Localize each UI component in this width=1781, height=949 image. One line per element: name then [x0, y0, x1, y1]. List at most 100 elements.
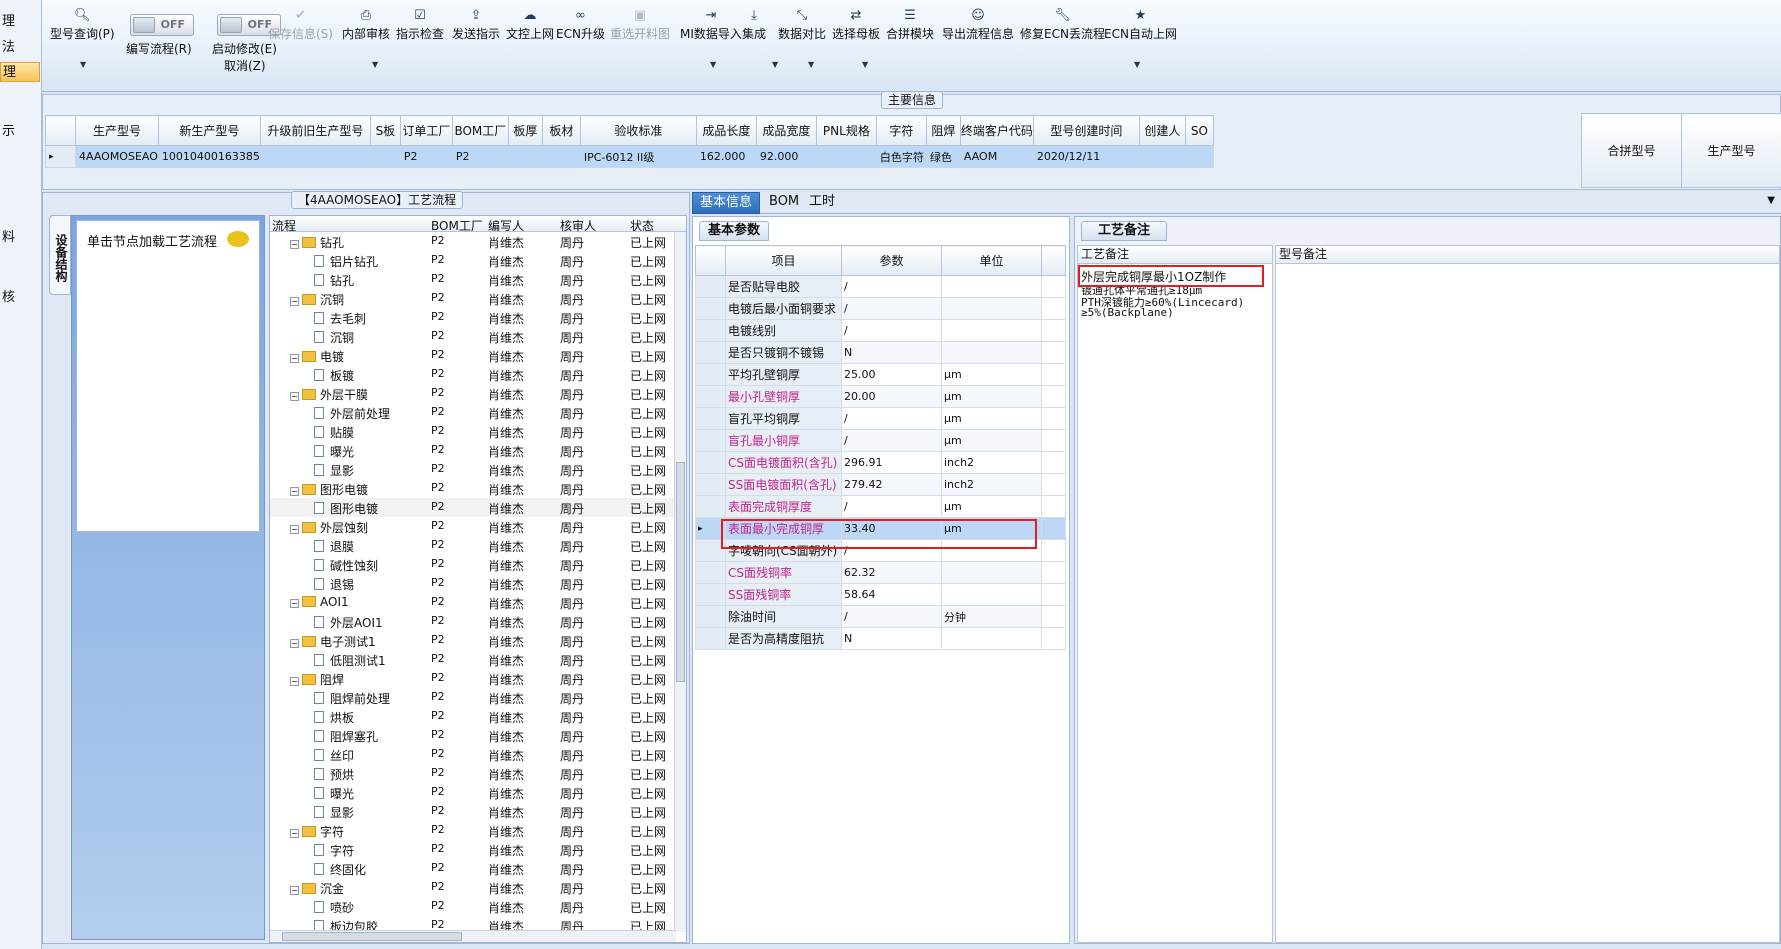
- nav-item[interactable]: 理: [0, 62, 40, 82]
- chevron-down-icon[interactable]: ▼: [372, 60, 378, 69]
- tree-row[interactable]: 铝片钻孔 P2 肖维杰 周丹 已上网: [270, 251, 686, 270]
- tree-row[interactable]: − 外层干膜 P2 肖维杰 周丹 已上网: [270, 384, 686, 403]
- collapse-icon[interactable]: −: [290, 599, 299, 608]
- chevron-down-icon[interactable]: ▼: [80, 60, 86, 69]
- main-col-header[interactable]: 板材: [541, 115, 581, 146]
- collapse-icon[interactable]: −: [290, 392, 299, 401]
- toolbar-button[interactable]: ⤡ 数据对比: [778, 8, 826, 42]
- param-row[interactable]: SS面残铜率 58.64: [695, 583, 1066, 606]
- collapse-icon[interactable]: −: [290, 297, 299, 306]
- chevron-down-icon[interactable]: ▼: [1767, 195, 1775, 206]
- collapse-icon[interactable]: −: [290, 829, 299, 838]
- tree-row[interactable]: 退膜 P2 肖维杰 周丹 已上网: [270, 536, 686, 555]
- toolbar-button[interactable]: ▣ 重选开料图: [610, 8, 670, 42]
- toolbar-button[interactable]: ✔ 保存信息(S): [268, 8, 333, 42]
- row-indicator[interactable]: [695, 583, 726, 606]
- main-cell[interactable]: 绿色: [925, 145, 961, 168]
- merge-col-header[interactable]: 生产型号: [1681, 113, 1781, 188]
- main-col-header[interactable]: 阻焊: [925, 115, 961, 146]
- toolbar-button[interactable]: ⇥ MI数据导入: [680, 8, 742, 42]
- tab-bom[interactable]: BOM: [762, 192, 806, 214]
- main-cell[interactable]: P2: [399, 145, 453, 168]
- main-cell[interactable]: [815, 145, 877, 168]
- tree-row[interactable]: − 电子测试1 P2 肖维杰 周丹 已上网: [270, 631, 686, 650]
- main-cell[interactable]: [507, 145, 543, 168]
- param-row[interactable]: 盲孔平均铜厚 / μm: [695, 407, 1066, 430]
- tree-row[interactable]: − 沉金 P2 肖维杰 周丹 已上网: [270, 878, 686, 897]
- row-indicator[interactable]: [695, 605, 726, 628]
- toolbar-button[interactable]: ⎙ 内部审核: [342, 8, 390, 42]
- cancel-label[interactable]: 取消(Z): [224, 58, 266, 74]
- chevron-down-icon[interactable]: ▼: [808, 60, 814, 69]
- param-row[interactable]: ▸ 表面最小完成铜厚 33.40 μm: [695, 517, 1066, 540]
- param-row[interactable]: 除油时间 / 分钟: [695, 605, 1066, 628]
- param-value[interactable]: 33.40: [841, 517, 942, 540]
- toolbar-button[interactable]: ☁ 文控上网: [506, 8, 554, 42]
- scroll-thumb[interactable]: [676, 462, 685, 682]
- toolbar-button[interactable]: ⤓ 集成: [742, 8, 766, 42]
- process-tree[interactable]: 流程 BOM工厂 编写人 核审人 状态 − 钻孔 P2 肖维杰 周丹 已上网 铝片钻孔 P2 肖…: [269, 215, 687, 943]
- tree-row[interactable]: 外层前处理 P2 肖维杰 周丹 已上网: [270, 403, 686, 422]
- row-indicator[interactable]: [695, 363, 726, 386]
- main-cell[interactable]: IPC-6012 II级: [579, 145, 697, 168]
- param-value[interactable]: /: [841, 539, 942, 562]
- collapse-icon[interactable]: −: [290, 525, 299, 534]
- tree-row[interactable]: − 字符 P2 肖维杰 周丹 已上网: [270, 821, 686, 840]
- row-indicator[interactable]: [695, 275, 726, 298]
- main-col-header[interactable]: 新生产型号: [157, 115, 261, 146]
- tree-vertical-scrollbar[interactable]: [674, 232, 686, 932]
- tree-row[interactable]: 板镀 P2 肖维杰 周丹 已上网: [270, 365, 686, 384]
- write-flow-toggle[interactable]: OFF: [130, 14, 194, 36]
- row-indicator[interactable]: [695, 539, 726, 562]
- tab-work-hours[interactable]: 工时: [802, 192, 842, 214]
- param-value[interactable]: N: [841, 627, 942, 650]
- tree-row[interactable]: 阻焊前处理 P2 肖维杰 周丹 已上网: [270, 688, 686, 707]
- main-col-header[interactable]: 终端客户代码: [959, 115, 1034, 146]
- tree-row[interactable]: − 钻孔 P2 肖维杰 周丹 已上网: [270, 232, 686, 251]
- tree-row[interactable]: 贴膜 P2 肖维杰 周丹 已上网: [270, 422, 686, 441]
- row-indicator[interactable]: [695, 407, 726, 430]
- tree-row[interactable]: − 阻焊 P2 肖维杰 周丹 已上网: [270, 669, 686, 688]
- main-cell[interactable]: [369, 145, 401, 168]
- row-indicator[interactable]: ▸: [695, 517, 726, 540]
- param-value[interactable]: /: [841, 319, 942, 342]
- col-item[interactable]: 项目: [725, 245, 842, 276]
- main-cell[interactable]: P2: [451, 145, 509, 168]
- tree-row[interactable]: 去毛刺 P2 肖维杰 周丹 已上网: [270, 308, 686, 327]
- toolbar-button[interactable]: ☺ 导出流程信息: [942, 8, 1014, 42]
- tree-row[interactable]: − AOI1 P2 肖维杰 周丹 已上网: [270, 593, 686, 612]
- main-cell[interactable]: [259, 145, 371, 168]
- toolbar-button[interactable]: 🔍︎ 型号查询(P): [50, 8, 115, 42]
- main-cell[interactable]: 10010400163385: [157, 145, 261, 168]
- param-value[interactable]: 20.00: [841, 385, 942, 408]
- toolbar-button[interactable]: 🔧︎ 修复ECN丢流程: [1020, 8, 1105, 42]
- tree-row[interactable]: 沉铜 P2 肖维杰 周丹 已上网: [270, 327, 686, 346]
- row-indicator[interactable]: [695, 451, 726, 474]
- row-indicator[interactable]: ▸: [45, 145, 76, 168]
- param-row[interactable]: 盲孔最小铜厚 / μm: [695, 429, 1066, 452]
- main-col-header[interactable]: PNL规格: [815, 115, 877, 146]
- tree-row[interactable]: − 沉铜 P2 肖维杰 周丹 已上网: [270, 289, 686, 308]
- main-col-header[interactable]: 字符: [875, 115, 927, 146]
- chevron-down-icon[interactable]: ▼: [862, 60, 868, 69]
- nav-item[interactable]: 料: [0, 228, 40, 248]
- tree-row[interactable]: 曝光 P2 肖维杰 周丹 已上网: [270, 441, 686, 460]
- main-cell[interactable]: 92.000: [755, 145, 817, 168]
- row-indicator[interactable]: [695, 319, 726, 342]
- param-value[interactable]: 25.00: [841, 363, 942, 386]
- tree-row[interactable]: 显影 P2 肖维杰 周丹 已上网: [270, 802, 686, 821]
- collapse-icon[interactable]: −: [290, 354, 299, 363]
- param-value[interactable]: 279.42: [841, 473, 942, 496]
- tree-row[interactable]: 外层AOI1 P2 肖维杰 周丹 已上网: [270, 612, 686, 631]
- row-indicator[interactable]: [695, 495, 726, 518]
- tree-row[interactable]: 烘板 P2 肖维杰 周丹 已上网: [270, 707, 686, 726]
- main-cell[interactable]: AAOM: [959, 145, 1034, 168]
- chevron-down-icon[interactable]: ▼: [772, 60, 778, 69]
- param-value[interactable]: /: [841, 429, 942, 452]
- param-row[interactable]: 电镀线别 /: [695, 319, 1066, 342]
- process-notes-tab[interactable]: 工艺备注: [1081, 221, 1168, 241]
- main-col-header[interactable]: 生产型号: [75, 115, 159, 146]
- tree-row[interactable]: 显影 P2 肖维杰 周丹 已上网: [270, 460, 686, 479]
- row-indicator[interactable]: [695, 297, 726, 320]
- toolbar-button[interactable]: ☑ 指示检查: [396, 8, 444, 42]
